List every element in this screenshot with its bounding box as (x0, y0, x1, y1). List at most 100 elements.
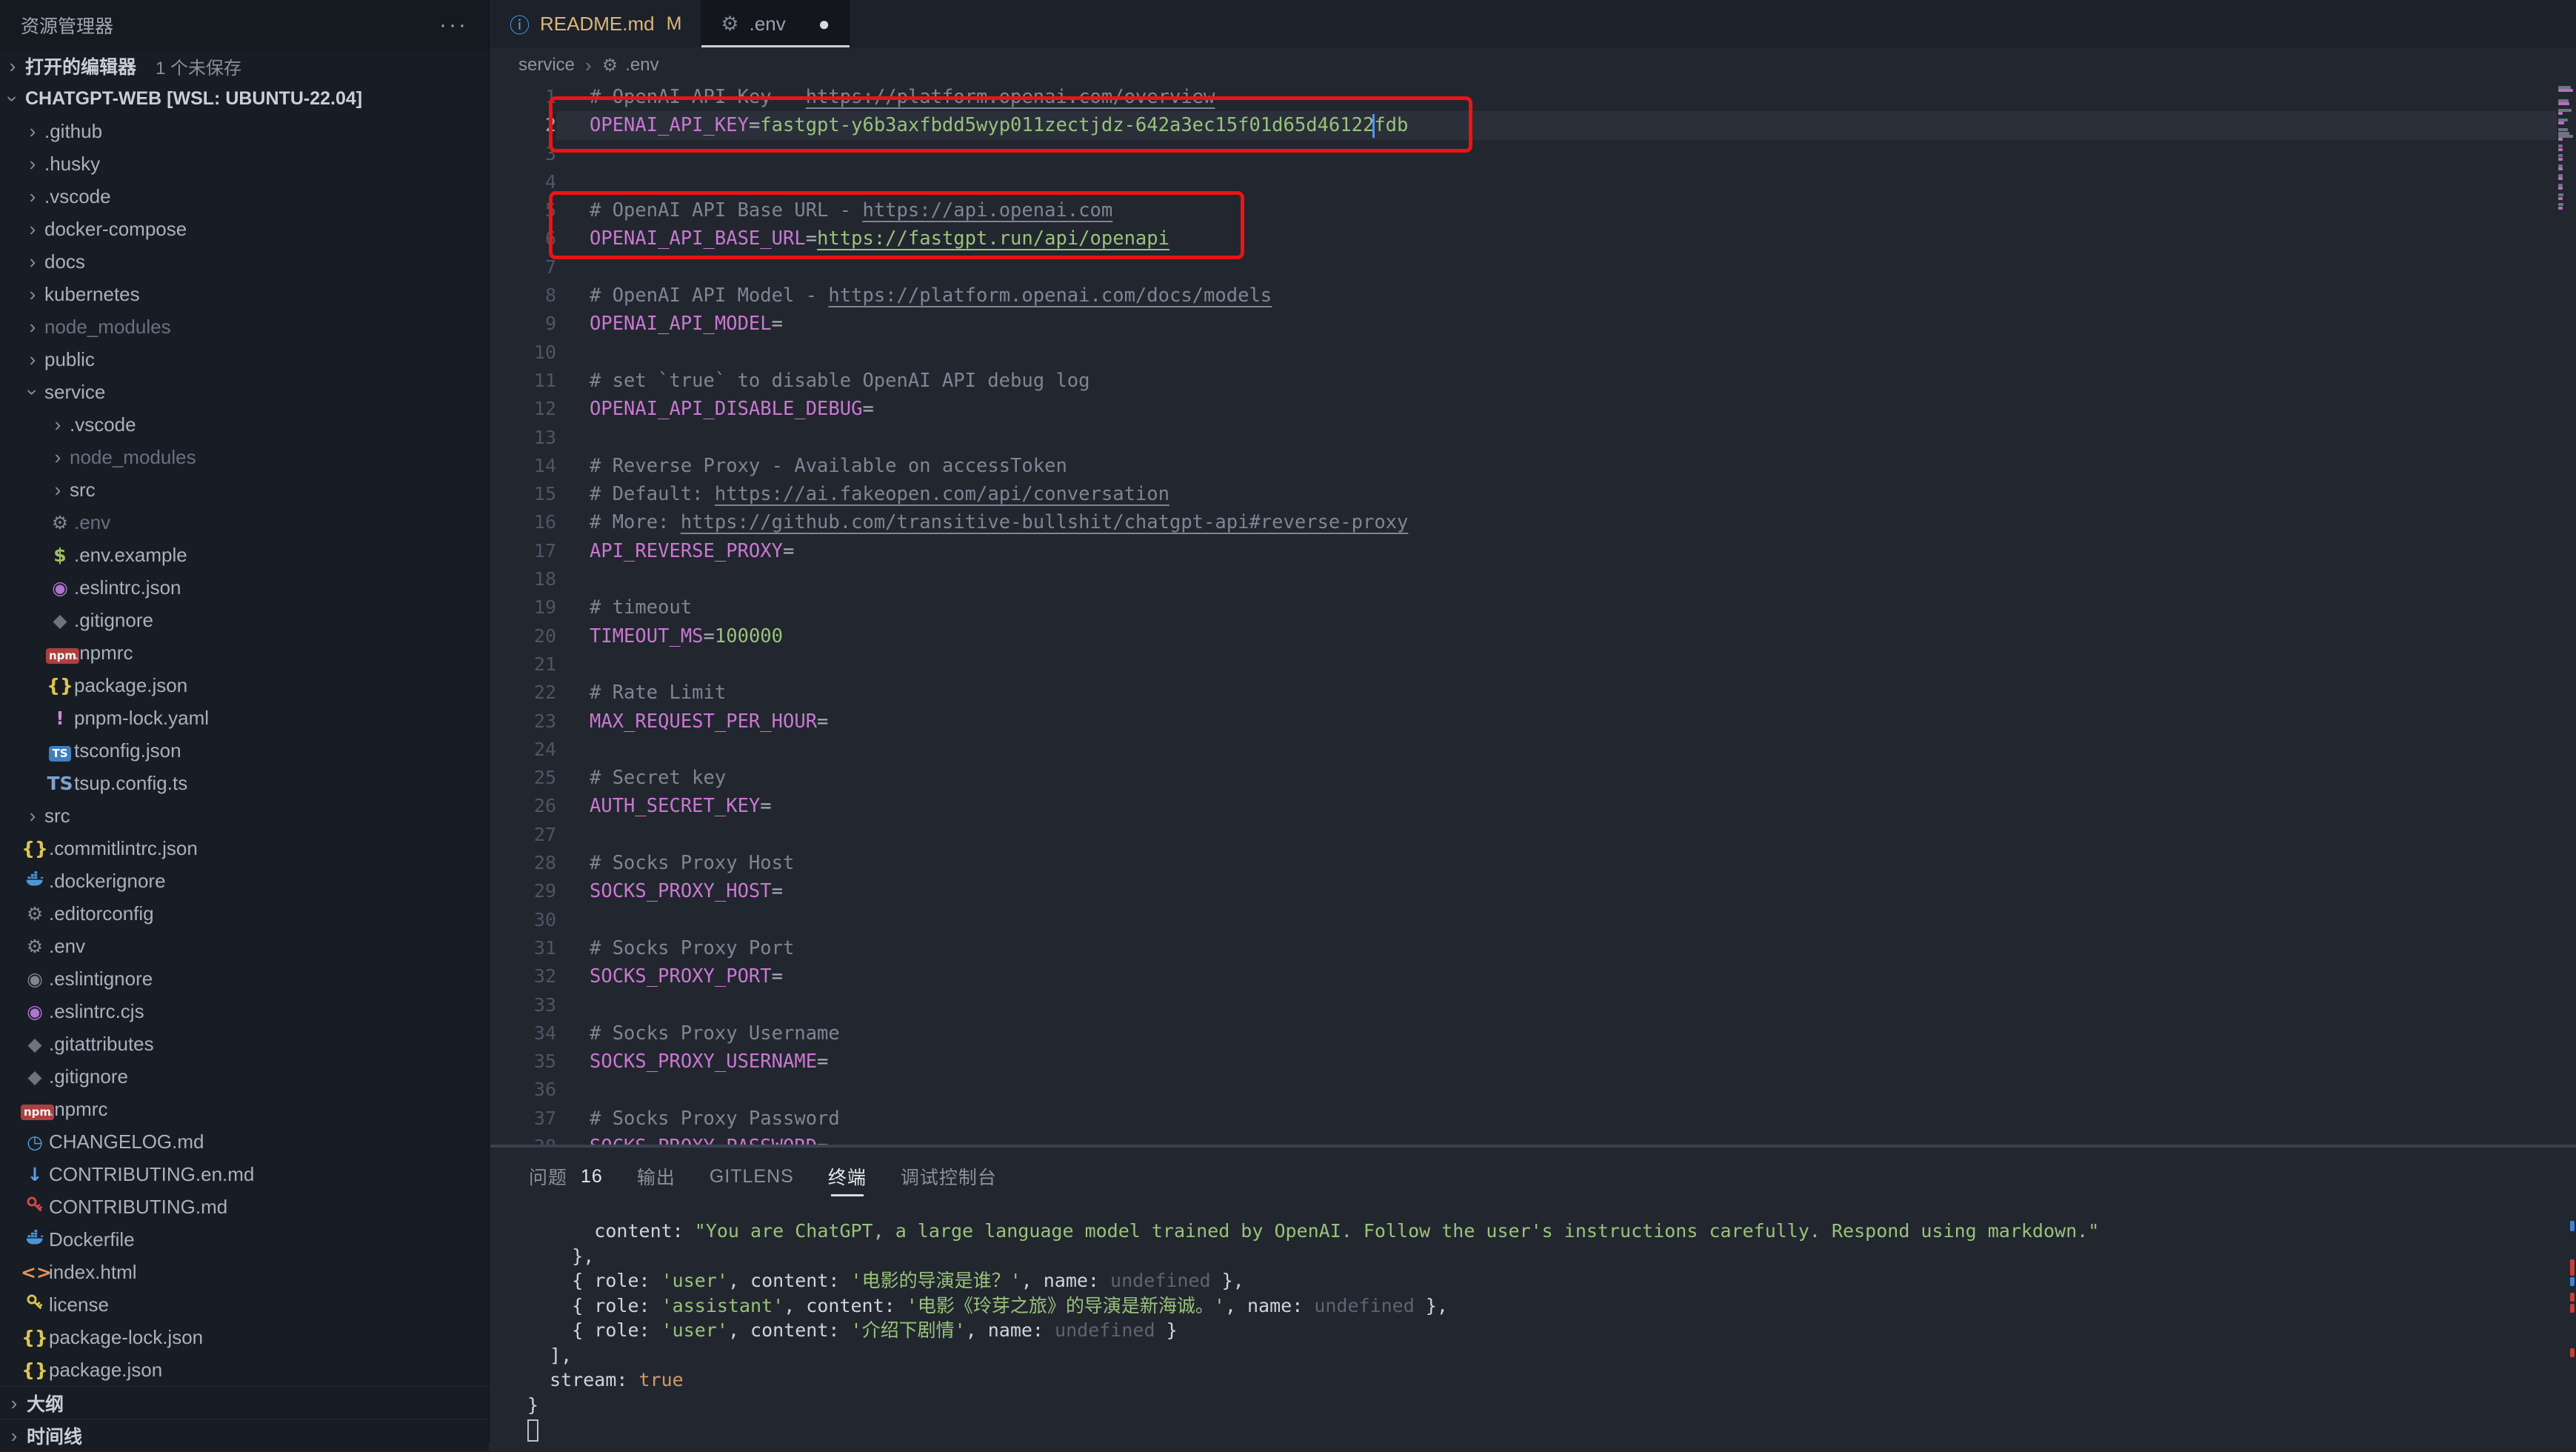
tree-item-label: package-lock.json (49, 1326, 203, 1349)
panel-tab-debug-console[interactable]: 调试控制台 (901, 1148, 997, 1205)
chevron-right-icon: › (1, 1425, 27, 1448)
tree-item-label: service (44, 381, 105, 404)
tree-file-package.json[interactable]: {}package.json (0, 669, 489, 702)
tree-file-.eslintrc.json[interactable]: ◉.eslintrc.json (0, 571, 489, 604)
panel-tab-terminal[interactable]: 终端 (828, 1148, 867, 1205)
panel-tab-output-label: 输出 (637, 1163, 675, 1190)
tree-folder-node_modules[interactable]: ›node_modules (0, 310, 489, 343)
terminal-cursor (527, 1419, 538, 1442)
panel-tab-gitlens[interactable]: GITLENS (710, 1148, 794, 1205)
info-icon: ⓘ (510, 10, 530, 39)
tree-file-.npmrc[interactable]: npm.npmrc (0, 636, 489, 669)
minimap-line-mark (2558, 89, 2573, 92)
tree-folder-.vscode[interactable]: ›.vscode (0, 408, 489, 441)
dollar-icon: $ (46, 544, 74, 566)
tree-item-label: .editorconfig (49, 902, 154, 925)
line-number: 32 (490, 962, 556, 990)
unsaved-dot-icon[interactable]: ● (818, 13, 830, 36)
breadcrumb-folder[interactable]: service (518, 55, 575, 76)
tree-file-Dockerfile[interactable]: Dockerfile (0, 1223, 489, 1256)
tree-file-.eslintrc.cjs[interactable]: ◉.eslintrc.cjs (0, 995, 489, 1028)
tree-folder-.github[interactable]: ›.github (0, 115, 489, 147)
braces-icon: {} (46, 675, 74, 696)
tree-file-CONTRIBUTING.en.md[interactable]: ↓CONTRIBUTING.en.md (0, 1158, 489, 1190)
code-line-37: 37# Socks Proxy Password (490, 1105, 2576, 1133)
panel-tab-output[interactable]: 输出 (637, 1148, 675, 1205)
tree-folder-src[interactable]: ›src (0, 473, 489, 506)
tree-file-.env[interactable]: ⚙.env (0, 930, 489, 962)
tab-env[interactable]: ⚙ .env ● (701, 0, 850, 47)
tree-item-label: src (44, 805, 70, 827)
tree-folder-src[interactable]: ›src (0, 799, 489, 832)
tree-file-.dockerignore[interactable]: .dockerignore (0, 865, 489, 897)
tree-file-CHANGELOG.md[interactable]: ◷CHANGELOG.md (0, 1125, 489, 1158)
terminal-line-8: } (527, 1393, 2576, 1418)
line-number: 13 (490, 424, 556, 452)
tab-readme[interactable]: ⓘ README.md M (490, 0, 701, 47)
timeline-section[interactable]: › 时间线 (0, 1419, 489, 1451)
tree-file-.gitignore[interactable]: ◆.gitignore (0, 604, 489, 636)
tree-item-label: license (49, 1293, 109, 1316)
chevron-down-icon: › (1, 86, 24, 111)
code-line-5: 5# OpenAI API Base URL - https://api.ope… (490, 196, 2576, 224)
minimap-line-mark (2558, 158, 2563, 161)
gear-icon: ⚙ (21, 936, 49, 957)
open-editors-section[interactable]: › 打开的编辑器 1 个未保存 (0, 50, 489, 82)
tree-folder-kubernetes[interactable]: ›kubernetes (0, 278, 489, 310)
code-line-31: 31# Socks Proxy Port (490, 934, 2576, 962)
chevron-right-icon: › (21, 120, 44, 143)
tree-folder-service[interactable]: ›service (0, 376, 489, 408)
tree-file-.env.example[interactable]: $.env.example (0, 539, 489, 571)
tree-file-.npmrc[interactable]: npm.npmrc (0, 1093, 489, 1125)
tree-item-label: .gitignore (74, 609, 153, 632)
minimap-line-mark (2558, 102, 2569, 105)
more-actions-icon[interactable]: ··· (439, 13, 468, 38)
code-editor[interactable]: 1# OpenAI API Key - https://platform.ope… (490, 83, 2576, 1145)
tree-file-package.json[interactable]: {}package.json (0, 1353, 489, 1386)
git-icon: ◆ (46, 610, 74, 631)
tree-file-tsconfig.json[interactable]: TStsconfig.json (0, 734, 489, 767)
tree-file-.gitignore[interactable]: ◆.gitignore (0, 1060, 489, 1093)
terminal[interactable]: content: "You are ChatGPT, a large langu… (490, 1219, 2576, 1442)
tree-file-package-lock.json[interactable]: {}package-lock.json (0, 1321, 489, 1353)
tree-file-license[interactable]: license (0, 1288, 489, 1321)
minimap-line-mark (2558, 154, 2563, 157)
breadcrumb[interactable]: service › ⚙ .env (490, 47, 2576, 83)
project-root-section[interactable]: › CHATGPT-WEB [WSL: UBUNTU-22.04] (0, 82, 489, 115)
chevron-right-icon: › (0, 55, 25, 78)
tree-file-index.html[interactable]: <>index.html (0, 1256, 489, 1288)
panel-tab-terminal-label: 终端 (828, 1163, 867, 1190)
line-number: 7 (490, 253, 556, 282)
tree-folder-public[interactable]: ›public (0, 343, 489, 376)
minimap-line-mark (2558, 193, 2563, 196)
tree-file-.commitlintrc.json[interactable]: {}.commitlintrc.json (0, 832, 489, 865)
tree-file-.gitattributes[interactable]: ◆.gitattributes (0, 1028, 489, 1060)
line-number: 26 (490, 792, 556, 820)
code-line-11: 11# set `true` to disable OpenAI API deb… (490, 367, 2576, 395)
tree-folder-.vscode[interactable]: ›.vscode (0, 180, 489, 213)
tree-file-.editorconfig[interactable]: ⚙.editorconfig (0, 897, 489, 930)
tree-folder-docs[interactable]: ›docs (0, 245, 489, 278)
chevron-right-icon: › (21, 185, 44, 208)
unsaved-count-badge: 1 个未保存 (156, 53, 241, 79)
tree-item-label: CONTRIBUTING.md (49, 1196, 227, 1219)
tree-file-CONTRIBUTING.md[interactable]: CONTRIBUTING.md (0, 1190, 489, 1223)
tree-item-label: .npmrc (49, 1098, 107, 1121)
tree-folder-docker-compose[interactable]: ›docker-compose (0, 213, 489, 245)
chevron-right-icon: › (21, 316, 44, 339)
tree-file-pnpm-lock.yaml[interactable]: !pnpm-lock.yaml (0, 702, 489, 734)
tree-file-.eslintignore[interactable]: ◉.eslintignore (0, 962, 489, 995)
breadcrumb-file[interactable]: .env (625, 55, 658, 76)
panel-tab-problems[interactable]: 问题 16 (529, 1148, 603, 1205)
outline-section[interactable]: › 大纲 (0, 1386, 489, 1419)
tree-item-label: .dockerignore (49, 870, 166, 893)
eslint-icon: ◉ (46, 577, 74, 599)
tree-item-label: Dockerfile (49, 1228, 135, 1251)
chevron-right-icon: › (21, 348, 44, 371)
tree-file-.env[interactable]: ⚙.env (0, 506, 489, 539)
minimap[interactable] (2557, 83, 2576, 1145)
tree-folder-node_modules[interactable]: ›node_modules (0, 441, 489, 473)
timeline-label: 时间线 (27, 1422, 82, 1449)
tree-file-tsup.config.ts[interactable]: TStsup.config.ts (0, 767, 489, 799)
tree-folder-.husky[interactable]: ›.husky (0, 147, 489, 180)
